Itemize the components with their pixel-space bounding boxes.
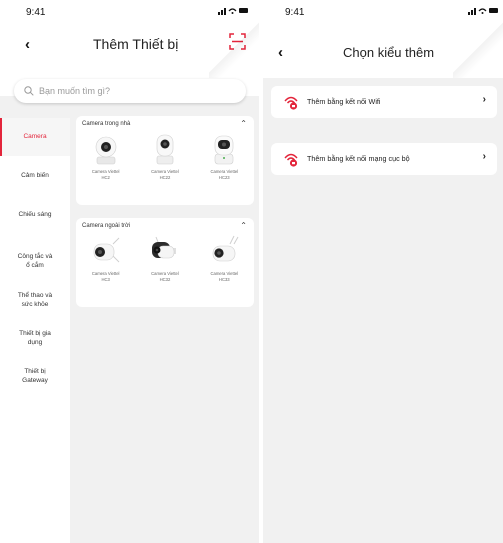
sidebar-item-home-appliance[interactable]: Thiết bị gia dụng (0, 310, 70, 348)
product-camera-hc33[interactable]: Camera Viettel HC33 (195, 234, 254, 282)
indoor-camera-icon (214, 135, 234, 165)
sidebar-item-sport-health[interactable]: Thể thao và sức khỏe (0, 272, 70, 310)
outdoor-camera-group: Camera ngoài trời ⌃ Camera Viettel HC3 C… (76, 218, 254, 307)
sidebar-item-gateway[interactable]: Thiết bị Gateway (0, 348, 70, 386)
chevron-up-icon[interactable]: ⌃ (240, 119, 247, 128)
page-title: Thêm Thiết bị (93, 36, 179, 52)
add-device-screen: 9:41 ‹ Thêm Thiết bị Camera Cảm biến (0, 0, 259, 543)
wifi-connect-icon (284, 96, 298, 110)
group-title: Camera ngoài trời (82, 223, 131, 229)
search-icon (24, 86, 34, 96)
indoor-camera-icon (156, 134, 174, 165)
product-camera-hc23[interactable]: Camera Viettel HC23 (195, 132, 254, 180)
status-time: 9:41 (26, 7, 46, 18)
product-camera-hc32[interactable]: Camera Viettel HC32 (135, 234, 194, 282)
outdoor-camera-icon (212, 235, 239, 262)
chevron-up-icon[interactable]: ⌃ (240, 221, 247, 230)
chevron-right-icon: › (482, 94, 486, 105)
header: 9:41 ‹ Chọn kiểu thêm (263, 0, 503, 78)
indoor-camera-icon (95, 136, 116, 165)
indoor-camera-group: Camera trong nhà ⌃ Camera Viettel HC2 Ca… (76, 116, 254, 205)
sidebar-item-label: Camera (23, 133, 47, 140)
product-name: Camera Viettel HC32 (151, 271, 179, 282)
outdoor-camera-icon (151, 236, 176, 259)
sidebar-item-label: Công tắc và ổ cắm (17, 253, 53, 269)
lan-connect-icon (284, 153, 298, 167)
option-label: Thêm bằng kết nối mạng cục bộ (307, 154, 410, 163)
add-via-lan-option[interactable]: Thêm bằng kết nối mạng cục bộ › (271, 143, 497, 175)
sidebar-item-label: Thể thao và sức khỏe (17, 292, 53, 308)
back-button[interactable]: ‹ (278, 44, 283, 61)
product-name: Camera Viettel HC3 (91, 271, 120, 282)
add-via-wifi-option[interactable]: Thêm bằng kết nối Wifi › (271, 86, 497, 118)
outdoor-camera-icon (93, 237, 120, 263)
chevron-right-icon: › (482, 151, 486, 162)
search-input[interactable] (39, 86, 219, 96)
sidebar-item-switch-socket[interactable]: Công tắc và ổ cắm (0, 232, 70, 272)
sidebar-item-label: Thiết bị Gateway (22, 368, 48, 384)
product-name: Camera Viettel HC23 (210, 169, 239, 180)
sidebar-item-label: Thiết bị gia dụng (19, 330, 51, 346)
status-time: 9:41 (285, 7, 305, 18)
product-camera-hc22[interactable]: Camera Viettel HC22 (135, 132, 194, 180)
sidebar-item-camera[interactable]: Camera (0, 118, 70, 156)
product-camera-hc3[interactable]: Camera Viettel HC3 (76, 234, 135, 282)
category-sidebar: Camera Cảm biến Chiếu sáng Công tắc và ổ… (0, 118, 70, 543)
status-icons (468, 6, 498, 17)
product-name: Camera Viettel HC22 (151, 169, 179, 180)
back-button[interactable]: ‹ (25, 36, 30, 53)
product-camera-hc2[interactable]: Camera Viettel HC2 (76, 132, 135, 180)
status-icons (218, 6, 248, 17)
search-bar[interactable] (14, 79, 246, 103)
product-name: Camera Viettel HC2 (91, 169, 120, 180)
sidebar-item-label: Cảm biến (21, 172, 49, 179)
sidebar-item-sensor[interactable]: Cảm biến (0, 156, 70, 194)
choose-add-method-screen: 9:41 ‹ Chọn kiểu thêm Thêm bằng kết nối … (263, 0, 503, 543)
sidebar-item-lighting[interactable]: Chiếu sáng (0, 194, 70, 232)
sidebar-item-label: Chiếu sáng (18, 211, 52, 218)
page-title: Chọn kiểu thêm (343, 45, 435, 60)
group-title: Camera trong nhà (82, 121, 131, 127)
qr-scan-icon[interactable] (229, 33, 246, 50)
option-label: Thêm bằng kết nối Wifi (307, 97, 381, 106)
product-name: Camera Viettel HC33 (210, 271, 239, 282)
